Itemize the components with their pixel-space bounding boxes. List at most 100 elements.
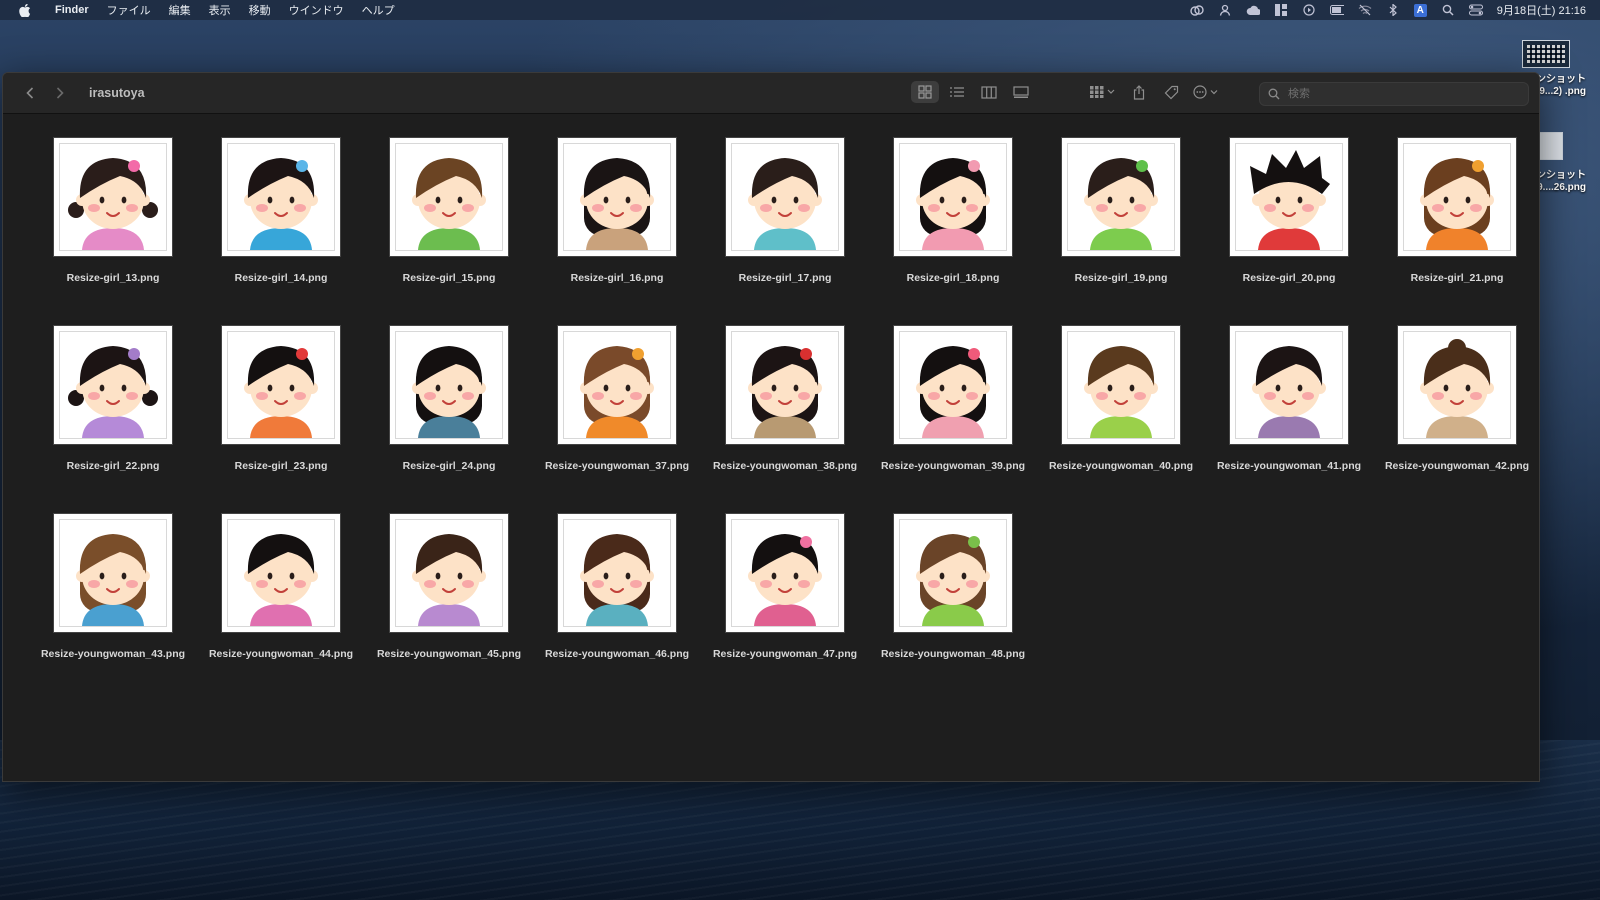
user-icon[interactable]	[1218, 4, 1232, 16]
file-thumbnail[interactable]	[390, 138, 508, 256]
file-thumbnail[interactable]	[54, 326, 172, 444]
file-item[interactable]: Resize-girl_18.png	[869, 138, 1037, 326]
file-thumbnail[interactable]	[726, 138, 844, 256]
girl-avatar-icon	[900, 332, 1006, 438]
file-thumbnail[interactable]	[54, 138, 172, 256]
input-source-icon[interactable]: A	[1413, 3, 1427, 17]
file-item[interactable]: Resize-girl_14.png	[197, 138, 365, 326]
file-item[interactable]: Resize-youngwoman_48.png	[869, 514, 1037, 702]
file-thumbnail[interactable]	[558, 138, 676, 256]
file-item[interactable]: Resize-youngwoman_42.png	[1373, 326, 1539, 514]
finder-window: irasutoya 検索 Resize-girl_13.png Resize-g…	[2, 72, 1540, 782]
file-item[interactable]: Resize-girl_22.png	[29, 326, 197, 514]
file-thumbnail[interactable]	[894, 326, 1012, 444]
file-item[interactable]: Resize-girl_20.png	[1205, 138, 1373, 326]
file-item[interactable]: Resize-youngwoman_47.png	[701, 514, 869, 702]
apple-icon[interactable]	[18, 3, 32, 17]
file-item[interactable]: Resize-youngwoman_38.png	[701, 326, 869, 514]
file-item[interactable]: Resize-youngwoman_39.png	[869, 326, 1037, 514]
file-thumbnail[interactable]	[222, 326, 340, 444]
file-thumbnail[interactable]	[390, 514, 508, 632]
file-name: Resize-youngwoman_47.png	[712, 648, 858, 660]
file-item[interactable]: Resize-girl_21.png	[1373, 138, 1539, 326]
file-item[interactable]: Resize-youngwoman_40.png	[1037, 326, 1205, 514]
icon-view-icon	[918, 85, 932, 99]
input-source-label: A	[1416, 4, 1424, 16]
gallery-view-button[interactable]	[1007, 81, 1035, 103]
menu-window[interactable]: ウインドウ	[280, 2, 353, 18]
girl-avatar-icon	[396, 520, 502, 626]
tag-button[interactable]	[1157, 81, 1185, 103]
girl-avatar-icon	[732, 520, 838, 626]
file-thumbnail[interactable]	[894, 514, 1012, 632]
file-item[interactable]: Resize-girl_13.png	[29, 138, 197, 326]
chevron-left-icon	[26, 87, 34, 99]
menu-help[interactable]: ヘルプ	[353, 2, 404, 18]
file-item[interactable]: Resize-youngwoman_44.png	[197, 514, 365, 702]
icon-view-button[interactable]	[911, 81, 939, 103]
girl-avatar-icon	[900, 520, 1006, 626]
file-name: Resize-youngwoman_39.png	[880, 460, 1026, 472]
file-item[interactable]: Resize-girl_24.png	[365, 326, 533, 514]
file-thumbnail[interactable]	[1398, 326, 1516, 444]
battery-icon[interactable]	[1329, 4, 1344, 16]
girl-avatar-icon	[564, 144, 670, 250]
search-input[interactable]	[1286, 87, 1510, 101]
file-thumbnail[interactable]	[558, 326, 676, 444]
play-icon[interactable]	[1302, 4, 1316, 16]
menu-file[interactable]: ファイル	[98, 2, 160, 18]
menu-app-finder[interactable]: Finder	[46, 4, 98, 16]
file-thumbnail[interactable]	[726, 514, 844, 632]
wifi-off-icon[interactable]	[1358, 4, 1372, 16]
file-name: Resize-girl_24.png	[402, 460, 496, 472]
file-thumbnail[interactable]	[894, 138, 1012, 256]
share-button[interactable]	[1125, 81, 1153, 103]
creative-cloud-icon[interactable]	[1190, 4, 1204, 16]
list-view-button[interactable]	[943, 81, 971, 103]
menu-go[interactable]: 移動	[240, 2, 280, 18]
app-grid-icon[interactable]	[1274, 4, 1288, 16]
file-thumbnail[interactable]	[1062, 138, 1180, 256]
file-item[interactable]: Resize-girl_15.png	[365, 138, 533, 326]
file-item[interactable]: Resize-youngwoman_46.png	[533, 514, 701, 702]
more-actions-button[interactable]	[1189, 81, 1225, 103]
file-thumbnail[interactable]	[222, 514, 340, 632]
file-thumbnail[interactable]	[1398, 138, 1516, 256]
column-view-button[interactable]	[975, 81, 1003, 103]
group-by-button[interactable]	[1085, 81, 1121, 103]
file-name: Resize-youngwoman_46.png	[544, 648, 690, 660]
forward-button[interactable]	[47, 81, 73, 105]
file-thumbnail[interactable]	[222, 138, 340, 256]
search-field[interactable]	[1259, 82, 1529, 106]
ellipsis-circle-icon	[1193, 85, 1218, 99]
file-item[interactable]: Resize-girl_23.png	[197, 326, 365, 514]
girl-avatar-icon	[1236, 332, 1342, 438]
file-thumbnail[interactable]	[1062, 326, 1180, 444]
file-item[interactable]: Resize-youngwoman_43.png	[29, 514, 197, 702]
file-thumbnail[interactable]	[726, 326, 844, 444]
control-center-icon[interactable]	[1468, 4, 1483, 16]
file-item[interactable]: Resize-youngwoman_45.png	[365, 514, 533, 702]
action-group	[1085, 81, 1225, 103]
file-thumbnail[interactable]	[1230, 326, 1348, 444]
girl-avatar-icon	[1068, 144, 1174, 250]
menubar-clock[interactable]: 9月18日(土) 21:16	[1497, 2, 1586, 18]
file-item[interactable]: Resize-youngwoman_37.png	[533, 326, 701, 514]
file-thumbnail[interactable]	[390, 326, 508, 444]
file-thumbnail[interactable]	[1230, 138, 1348, 256]
cloud-icon[interactable]	[1246, 4, 1260, 16]
file-name: Resize-girl_20.png	[1242, 272, 1336, 284]
file-item[interactable]: Resize-youngwoman_41.png	[1205, 326, 1373, 514]
girl-avatar-icon	[732, 144, 838, 250]
share-icon	[1133, 84, 1145, 100]
file-thumbnail[interactable]	[558, 514, 676, 632]
menu-edit[interactable]: 編集	[160, 2, 200, 18]
back-button[interactable]	[17, 81, 43, 105]
file-item[interactable]: Resize-girl_19.png	[1037, 138, 1205, 326]
spotlight-icon[interactable]	[1441, 4, 1455, 16]
file-item[interactable]: Resize-girl_16.png	[533, 138, 701, 326]
menu-view[interactable]: 表示	[200, 2, 240, 18]
file-thumbnail[interactable]	[54, 514, 172, 632]
file-item[interactable]: Resize-girl_17.png	[701, 138, 869, 326]
bluetooth-icon[interactable]	[1386, 4, 1400, 16]
